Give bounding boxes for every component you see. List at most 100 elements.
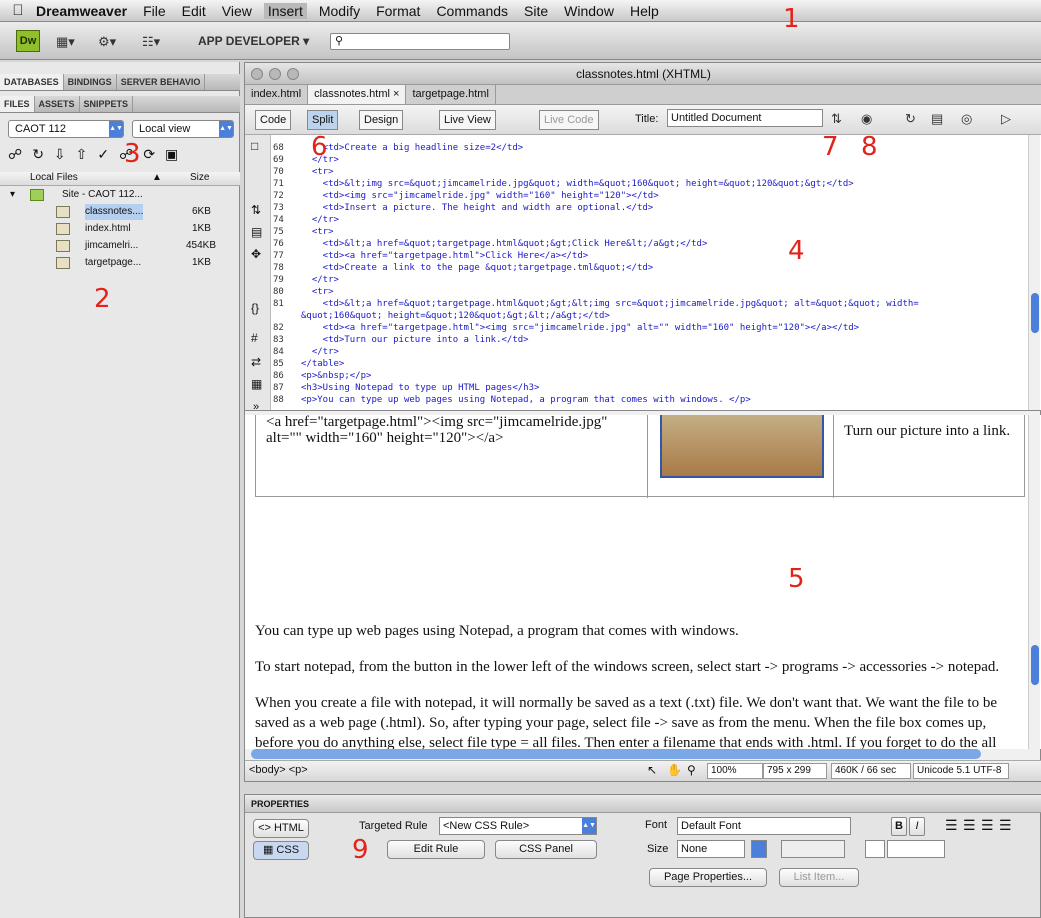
italic-button[interactable]: I — [909, 817, 925, 836]
file-row[interactable]: classnotes.... 6KB — [0, 204, 240, 220]
code-line[interactable]: 77 <td><a href="targetpage.html">Click H… — [273, 250, 1023, 262]
view-select[interactable]: Local view ▲▼ — [132, 120, 234, 138]
code-line[interactable]: 87 <h3>Using Notepad to type up HTML page… — [273, 382, 1023, 394]
page-properties-button[interactable]: Page Properties... — [649, 868, 767, 887]
menu-window[interactable]: Window — [564, 3, 614, 19]
code-scroll-thumb[interactable] — [1031, 293, 1039, 333]
layout-icon[interactable]: ▦▾ — [56, 34, 75, 50]
tab-index[interactable]: index.html — [245, 85, 309, 104]
code-scrollbar[interactable] — [1028, 135, 1040, 410]
code-line[interactable]: 84 </tr> — [273, 346, 1023, 358]
code-line[interactable]: 82 <td><a href="targetpage.html"><img sr… — [273, 322, 1023, 334]
col-size[interactable]: Size — [190, 172, 209, 183]
code-view[interactable]: □ ⇅ ▤ ✥ {} # ⇄ ▦ » 68 <td>Create a big h… — [245, 135, 1041, 411]
size-select[interactable]: None — [677, 840, 745, 858]
zoom-tool-icon[interactable]: ⚲ — [687, 763, 696, 777]
menu-commands[interactable]: Commands — [436, 3, 508, 19]
tab-bindings[interactable]: BINDINGS — [64, 74, 117, 90]
tab-databases[interactable]: DATABASES — [0, 74, 64, 90]
design-view-button[interactable]: Design — [359, 110, 404, 130]
code-line[interactable]: 80 <tr> — [273, 286, 1023, 298]
tab-targetpage[interactable]: targetpage.html — [406, 85, 496, 104]
tab-assets[interactable]: ASSETS — [35, 96, 80, 112]
code-line[interactable]: 86 <p>&nbsp;</p> — [273, 370, 1023, 382]
menu-help[interactable]: Help — [630, 3, 659, 19]
more-icon[interactable]: » — [253, 401, 259, 410]
collapse-tag-icon[interactable]: ⇅ — [251, 203, 261, 217]
code-line[interactable]: 69 </tr> — [273, 154, 1023, 166]
paragraph[interactable]: You can type up web pages using Notepad,… — [255, 621, 1025, 641]
menu-insert[interactable]: Insert — [263, 2, 307, 19]
expand-all-icon[interactable]: ✥ — [251, 247, 261, 261]
apple-icon[interactable]:  — [0, 2, 36, 19]
code-lines[interactable]: 68 <td>Create a big headline size=2</td>… — [273, 142, 1023, 406]
html-mode-button[interactable]: <> HTML — [253, 819, 309, 838]
close-dot[interactable] — [251, 68, 263, 80]
put-files-icon[interactable]: ⇧ — [76, 146, 88, 166]
code-line[interactable]: 88 <p>You can type up web pages using Not… — [273, 394, 1023, 406]
code-line[interactable]: 83 <td>Turn our picture into a link.</td… — [273, 334, 1023, 346]
format-source-icon[interactable]: ▦ — [251, 377, 262, 391]
table-cell-code[interactable]: <a href="targetpage.html"><img src="jimc… — [256, 415, 648, 498]
size-unit-select[interactable] — [781, 840, 845, 858]
code-line[interactable]: 68 <td>Create a big headline size=2</td> — [273, 142, 1023, 154]
checkout-icon[interactable]: ✓ — [97, 146, 109, 166]
minimize-dot[interactable] — [269, 68, 281, 80]
col-local-files[interactable]: Local Files — [30, 172, 78, 183]
code-line[interactable]: 70 <tr> — [273, 166, 1023, 178]
select-parent-tag-icon[interactable]: ▤ — [251, 225, 262, 239]
hand-tool-icon[interactable]: ✋ — [667, 763, 682, 777]
connect-icon[interactable]: ☍ — [8, 146, 22, 166]
design-scroll-thumb[interactable] — [1031, 645, 1039, 685]
preview-browser-icon[interactable]: ◉ — [861, 111, 872, 127]
select-tool-icon[interactable]: ↖ — [647, 763, 657, 777]
file-row[interactable]: jimcamelri... 454KB — [0, 238, 240, 254]
split-view-button[interactable]: Split — [307, 110, 339, 130]
site-root-row[interactable]: ▾ Site - CAOT 112... — [0, 187, 240, 203]
site-map-icon[interactable]: ☷▾ — [142, 34, 160, 50]
color-field[interactable] — [887, 840, 945, 858]
menu-edit[interactable]: Edit — [182, 3, 206, 19]
apply-comment-icon[interactable]: {} — [251, 301, 259, 315]
disclosure-icon[interactable]: ▾ — [10, 187, 15, 203]
window-size-select[interactable]: 795 x 299 — [763, 763, 827, 779]
list-item-button[interactable]: List Item... — [779, 868, 859, 887]
workspace-switcher[interactable]: APP DEVELOPER ▾ — [198, 34, 309, 48]
menu-format[interactable]: Format — [376, 3, 420, 19]
visual-aids-icon[interactable]: ◎ — [961, 111, 972, 127]
line-numbers-icon[interactable]: # — [251, 331, 258, 345]
tab-snippets[interactable]: SNIPPETS — [80, 96, 134, 112]
refresh-icon[interactable]: ↻ — [905, 111, 916, 127]
close-icon[interactable]: × — [393, 88, 399, 100]
file-row[interactable]: targetpage... 1KB — [0, 255, 240, 271]
menu-view[interactable]: View — [222, 3, 252, 19]
bold-button[interactable]: B — [891, 817, 907, 836]
expand-icon[interactable]: ▣ — [165, 146, 178, 166]
code-line[interactable]: 73 <td>Insert a picture. The height and … — [273, 202, 1023, 214]
tab-server-behaviors[interactable]: SERVER BEHAVIO — [117, 74, 206, 90]
site-select[interactable]: CAOT 112 ▲▼ — [8, 120, 124, 138]
get-files-icon[interactable]: ⇩ — [54, 146, 66, 166]
menu-file[interactable]: File — [143, 3, 166, 19]
menu-site[interactable]: Site — [524, 3, 548, 19]
code-line[interactable]: 76 <td>&lt;a href=&quot;targetpage.html&… — [273, 238, 1023, 250]
zoom-dot[interactable] — [287, 68, 299, 80]
code-line[interactable]: 71 <td>&lt;img src=&quot;jimcamelride.jp… — [273, 178, 1023, 190]
code-view-button[interactable]: Code — [255, 110, 292, 130]
view-options-icon[interactable]: ▤ — [931, 111, 943, 127]
design-view[interactable]: <a href="targetpage.html"><img src="jimc… — [245, 415, 1041, 749]
design-hscroll-thumb[interactable] — [251, 749, 981, 759]
gear-icon[interactable]: ⚙▾ — [98, 34, 116, 50]
code-line[interactable]: 81 <td>&lt;a href=&quot;targetpage.html&… — [273, 298, 1023, 310]
paragraph[interactable]: When you create a file with notepad, it … — [255, 693, 1025, 749]
css-panel-button[interactable]: CSS Panel — [495, 840, 597, 859]
align-center-icon[interactable]: ☰ — [963, 817, 976, 834]
table-cell-desc[interactable]: Turn our picture into a link. — [834, 415, 1026, 498]
edit-rule-button[interactable]: Edit Rule — [387, 840, 485, 859]
code-line[interactable]: 79 </tr> — [273, 274, 1023, 286]
tag-selector[interactable]: <body> <p> — [249, 764, 308, 776]
size-stepper[interactable] — [751, 840, 767, 858]
tab-files[interactable]: FILES — [0, 96, 35, 112]
code-line[interactable]: 85 </table> — [273, 358, 1023, 370]
refresh-icon[interactable]: ↻ — [32, 146, 44, 166]
